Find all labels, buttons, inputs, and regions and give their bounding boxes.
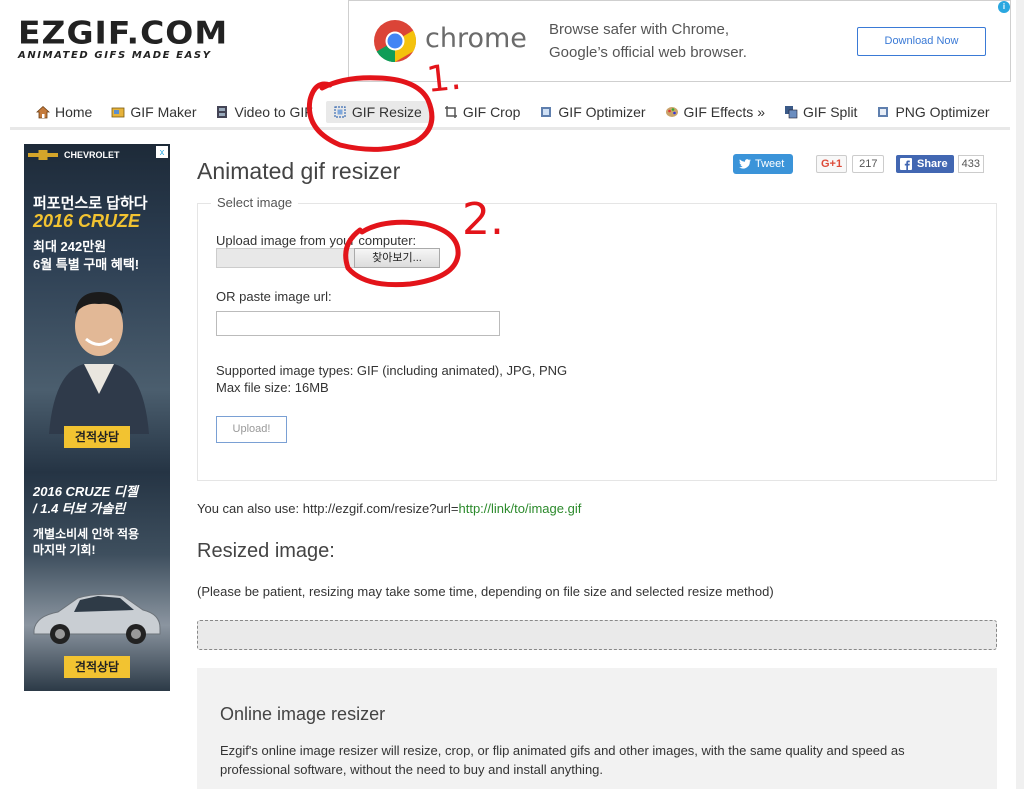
- nav-label: GIF Optimizer: [558, 104, 646, 120]
- ad-engine-text: 2016 CRUZE 디젤 / 1.4 터보 가솔린: [33, 483, 138, 517]
- nav-label: GIF Crop: [462, 104, 521, 120]
- api-hint: You can also use: http://ezgif.com/resiz…: [197, 501, 581, 516]
- upload-label: Upload image from your computer:: [216, 233, 417, 248]
- share-label: Share: [917, 158, 948, 170]
- split-icon: [784, 106, 798, 119]
- ad-offer-line-2: 6월 특별 구매 혜택!: [33, 257, 140, 272]
- ad-tax-line-1: 개별소비세 인하 적용: [33, 527, 140, 541]
- nav-item-png-optimizer[interactable]: PNG Optimizer: [876, 104, 990, 120]
- optimizer-icon: [541, 107, 552, 117]
- download-now-button[interactable]: Download Now: [857, 27, 986, 56]
- tweet-label: Tweet: [755, 158, 785, 170]
- chevrolet-bowtie-icon: [28, 150, 58, 160]
- home-icon: [36, 105, 50, 119]
- url-label: OR paste image url:: [216, 289, 332, 304]
- resize-note: (Please be patient, resizing may take so…: [197, 584, 774, 599]
- twitter-bird-icon: [739, 159, 751, 169]
- nav-item-gif-resize[interactable]: GIF Resize: [325, 101, 431, 123]
- api-hint-link[interactable]: http://link/to/image.gif: [458, 501, 581, 516]
- ad-line-1: Browse safer with Chrome,: [549, 21, 730, 38]
- ad-model: 2016 CRUZE: [33, 211, 141, 231]
- ad-line-2: Google’s official web browser.: [549, 44, 747, 61]
- ad-close-icon[interactable]: x: [156, 146, 168, 158]
- gplus-count: 217: [852, 155, 885, 173]
- nav-item-video-to-gif[interactable]: Video to GIF: [215, 104, 313, 120]
- upload-button[interactable]: Upload!: [216, 416, 287, 443]
- image-url-input[interactable]: [216, 311, 500, 336]
- resize-icon: [334, 106, 346, 118]
- side-banner-ad[interactable]: CHEVROLET x 퍼포먼스로 답하다 2016 CRUZE 최대 242만…: [24, 144, 170, 691]
- api-hint-prefix: You can also use: http://ezgif.com/resiz…: [197, 501, 459, 516]
- browse-button[interactable]: 찾아보기...: [354, 248, 440, 268]
- nav-item-gif-effects[interactable]: GIF Effects »: [665, 104, 765, 120]
- nav-item-home[interactable]: Home: [36, 104, 92, 120]
- top-banner-ad[interactable]: chrome Browse safer with Chrome, Google’…: [348, 0, 1011, 82]
- ad-tax-line-2: 마지막 기회!: [33, 543, 96, 557]
- resized-output-area: [197, 620, 997, 650]
- page-edge: [1016, 0, 1024, 789]
- car-image: [33, 593, 161, 644]
- logo-tagline: ANIMATED GIFS MADE EASY: [18, 50, 212, 61]
- max-file-size: Max file size: 16MB: [216, 380, 329, 395]
- nav-item-gif-split[interactable]: GIF Split: [784, 104, 857, 120]
- effects-icon: [665, 107, 678, 117]
- png-icon: [878, 107, 889, 117]
- nav-item-gif-maker[interactable]: GIF Maker: [111, 104, 196, 120]
- gif-maker-icon: [111, 107, 125, 118]
- site-logo[interactable]: EZGIF.COM ANIMATED GIFS MADE EASY: [18, 14, 233, 68]
- info-panel: Online image resizer Ezgif's online imag…: [197, 668, 997, 789]
- nav-label: GIF Split: [802, 104, 858, 120]
- film-icon: [217, 106, 228, 118]
- fieldset-legend: Select image: [211, 195, 299, 210]
- page-title: Animated gif resizer: [197, 158, 401, 184]
- ad-copy: Browse safer with Chrome, Google’s offic…: [549, 18, 747, 64]
- quote-button-1[interactable]: 견적상담: [64, 426, 130, 448]
- ad-engine-line-2: / 1.4 터보 가솔린: [33, 501, 126, 516]
- chrome-wordmark: chrome: [425, 23, 527, 54]
- nav-label: Home: [55, 104, 93, 120]
- crop-icon: [444, 106, 457, 118]
- gplus-label: G+1: [816, 155, 848, 173]
- nav-label: GIF Effects »: [683, 104, 765, 120]
- ad-tax-text: 개별소비세 인하 적용 마지막 기회!: [33, 526, 139, 558]
- nav-item-gif-crop[interactable]: GIF Crop: [444, 104, 521, 120]
- nav-label: Video to GIF: [234, 104, 313, 120]
- logo-text: EZGIF.COM: [18, 14, 229, 52]
- nav-label: GIF Maker: [130, 104, 197, 120]
- ad-offer-line-1: 최대 242만원: [33, 239, 107, 254]
- supported-types: Supported image types: GIF (including an…: [216, 363, 568, 378]
- facebook-icon: [900, 158, 912, 170]
- info-title: Online image resizer: [220, 704, 386, 724]
- ad-engine-line-1: 2016 CRUZE 디젤: [33, 484, 138, 499]
- nav-label: GIF Resize: [351, 104, 422, 120]
- chrome-logo-icon: [374, 20, 417, 63]
- nav-divider: [10, 127, 1010, 130]
- nav-label: PNG Optimizer: [895, 104, 990, 120]
- adchoices-icon[interactable]: i: [998, 1, 1010, 13]
- quote-button-2[interactable]: 견적상담: [64, 656, 130, 678]
- nav-item-gif-optimizer[interactable]: GIF Optimizer: [539, 104, 646, 120]
- chevrolet-brand: CHEVROLET: [28, 150, 150, 160]
- ad-headline: 퍼포먼스로 답하다: [33, 195, 148, 212]
- brand-label: CHEVROLET: [64, 150, 120, 160]
- share-count: 433: [957, 155, 984, 173]
- google-plus-button[interactable]: G+1 217: [816, 154, 885, 174]
- ad-offer: 최대 242만원 6월 특별 구매 혜택!: [33, 238, 139, 274]
- tweet-button[interactable]: Tweet: [733, 154, 793, 174]
- main-nav: Home GIF Maker Video to GIF GIF Resize G…: [36, 98, 1009, 126]
- model-person-image: [49, 292, 149, 434]
- info-text: Ezgif's online image resizer will resize…: [220, 743, 905, 777]
- resized-image-heading: Resized image:: [197, 540, 335, 562]
- fb-share: Share: [896, 155, 954, 173]
- facebook-share-button[interactable]: Share 433: [896, 154, 984, 174]
